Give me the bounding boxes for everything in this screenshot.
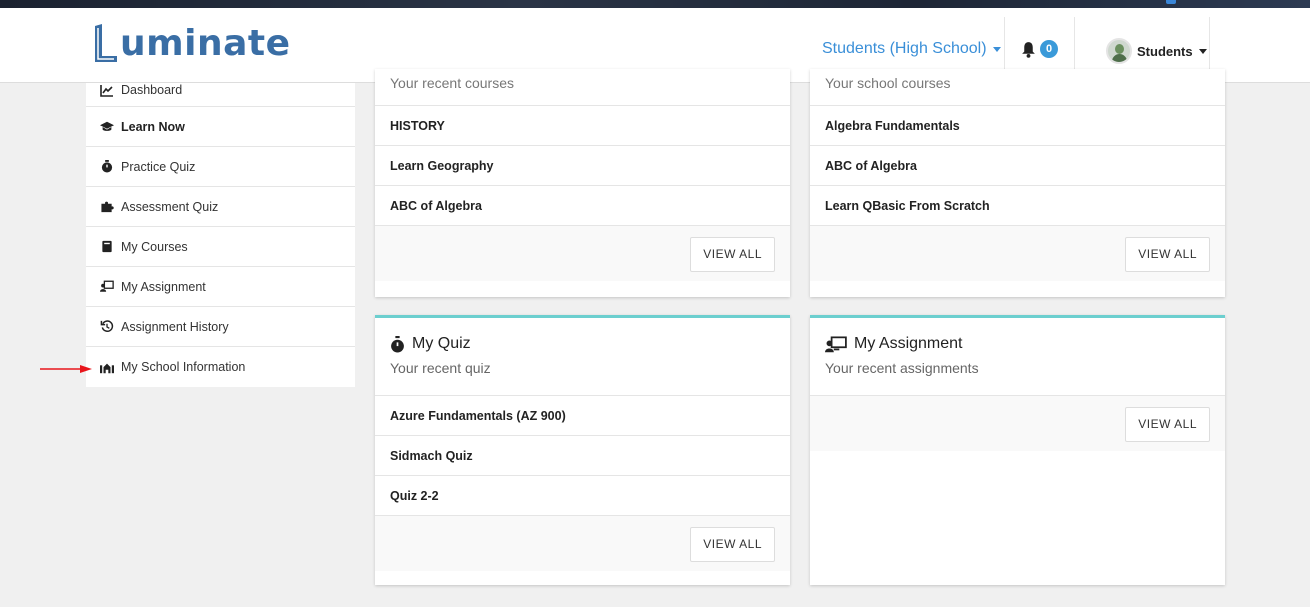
list-item[interactable]: Learn Geography bbox=[375, 145, 790, 185]
card-title: My Assignment bbox=[825, 332, 1210, 356]
stopwatch-icon bbox=[99, 160, 115, 174]
role-switch-dropdown[interactable]: Students (High School) bbox=[822, 40, 1001, 58]
user-menu[interactable]: Students bbox=[1106, 38, 1207, 64]
sidebar-item-label: Practice Quiz bbox=[121, 159, 196, 174]
book-icon bbox=[99, 240, 115, 254]
graduation-cap-icon bbox=[99, 120, 115, 134]
card-footer: VIEW ALL bbox=[810, 225, 1225, 281]
sidebar-item-assignment-history[interactable]: Assignment History bbox=[86, 307, 355, 347]
sidebar-nav: Dashboard Learn Now Practice Quiz Assess… bbox=[86, 83, 355, 387]
list-item[interactable]: Sidmach Quiz bbox=[375, 435, 790, 475]
sidebar-item-label: My School Information bbox=[121, 360, 246, 374]
browser-top-strip bbox=[0, 0, 1310, 8]
my-quiz-card: My Quiz Your recent quiz Azure Fundament… bbox=[375, 315, 790, 585]
chevron-down-icon bbox=[1198, 48, 1207, 54]
list-item[interactable]: Learn QBasic From Scratch bbox=[810, 185, 1225, 225]
card-subtitle: Your recent quiz bbox=[390, 360, 491, 376]
list-item[interactable]: Algebra Fundamentals bbox=[810, 105, 1225, 145]
chalkboard-teacher-icon bbox=[99, 280, 115, 294]
card-title: My Quiz bbox=[390, 332, 775, 356]
view-all-button[interactable]: VIEW ALL bbox=[690, 527, 775, 562]
sidebar-item-label: Assignment History bbox=[121, 319, 229, 334]
view-all-button[interactable]: VIEW ALL bbox=[690, 237, 775, 272]
logo[interactable]: uminate bbox=[93, 18, 291, 64]
list-item[interactable]: ABC of Algebra bbox=[810, 145, 1225, 185]
card-subtitle: Your school courses bbox=[825, 75, 951, 91]
chevron-down-icon bbox=[992, 46, 1001, 52]
view-all-button[interactable]: VIEW ALL bbox=[1125, 407, 1210, 442]
recent-courses-card: Your recent courses HISTORY Learn Geogra… bbox=[375, 69, 790, 297]
history-icon bbox=[99, 320, 115, 334]
card-footer: VIEW ALL bbox=[810, 395, 1225, 451]
my-assignment-card: My Assignment Your recent assignments VI… bbox=[810, 315, 1225, 585]
avatar bbox=[1106, 38, 1132, 64]
brand-name: uminate bbox=[120, 23, 291, 64]
user-name: Students bbox=[1137, 43, 1193, 59]
chart-icon bbox=[99, 83, 115, 97]
card-subtitle: Your recent assignments bbox=[825, 360, 979, 376]
notification-count-badge: 0 bbox=[1040, 40, 1058, 58]
sidebar-item-dashboard[interactable]: Dashboard bbox=[86, 83, 355, 107]
puzzle-icon bbox=[99, 200, 115, 214]
chalkboard-teacher-icon bbox=[825, 335, 847, 352]
sidebar-item-my-school-information[interactable]: My School Information bbox=[86, 347, 355, 387]
school-courses-card: Your school courses Algebra Fundamentals… bbox=[810, 69, 1225, 297]
bell-icon bbox=[1022, 41, 1035, 58]
strip-indicator bbox=[1166, 0, 1176, 4]
list-item[interactable]: Quiz 2-2 bbox=[375, 475, 790, 515]
card-header: My Assignment Your recent assignments bbox=[810, 318, 1225, 395]
school-icon bbox=[99, 360, 115, 374]
list-item[interactable]: HISTORY bbox=[375, 105, 790, 145]
list-item[interactable]: ABC of Algebra bbox=[375, 185, 790, 225]
notifications-button[interactable]: 0 bbox=[1020, 40, 1058, 58]
card-header: My Quiz Your recent quiz bbox=[375, 318, 790, 395]
sidebar-item-my-assignment[interactable]: My Assignment bbox=[86, 267, 355, 307]
red-arrow-annotation bbox=[40, 365, 92, 373]
view-all-button[interactable]: VIEW ALL bbox=[1125, 237, 1210, 272]
card-subtitle: Your recent courses bbox=[390, 75, 514, 91]
sidebar-item-label: My Courses bbox=[121, 239, 188, 254]
stopwatch-icon bbox=[391, 335, 404, 352]
sidebar-item-label: Dashboard bbox=[121, 83, 183, 97]
card-footer: VIEW ALL bbox=[375, 515, 790, 571]
list-item[interactable]: Azure Fundamentals (AZ 900) bbox=[375, 395, 790, 435]
sidebar-item-label: Learn Now bbox=[121, 119, 185, 134]
sidebar-item-assessment-quiz[interactable]: Assessment Quiz bbox=[86, 187, 355, 227]
card-footer: VIEW ALL bbox=[375, 225, 790, 281]
sidebar-item-my-courses[interactable]: My Courses bbox=[86, 227, 355, 267]
sidebar-item-label: Assessment Quiz bbox=[121, 199, 219, 214]
role-switch-label: Students (High School) bbox=[822, 40, 987, 57]
sidebar-item-practice-quiz[interactable]: Practice Quiz bbox=[86, 147, 355, 187]
sidebar-item-label: My Assignment bbox=[121, 279, 206, 294]
sidebar-item-learn-now[interactable]: Learn Now bbox=[86, 107, 355, 147]
luminate-logo-icon bbox=[93, 24, 119, 64]
